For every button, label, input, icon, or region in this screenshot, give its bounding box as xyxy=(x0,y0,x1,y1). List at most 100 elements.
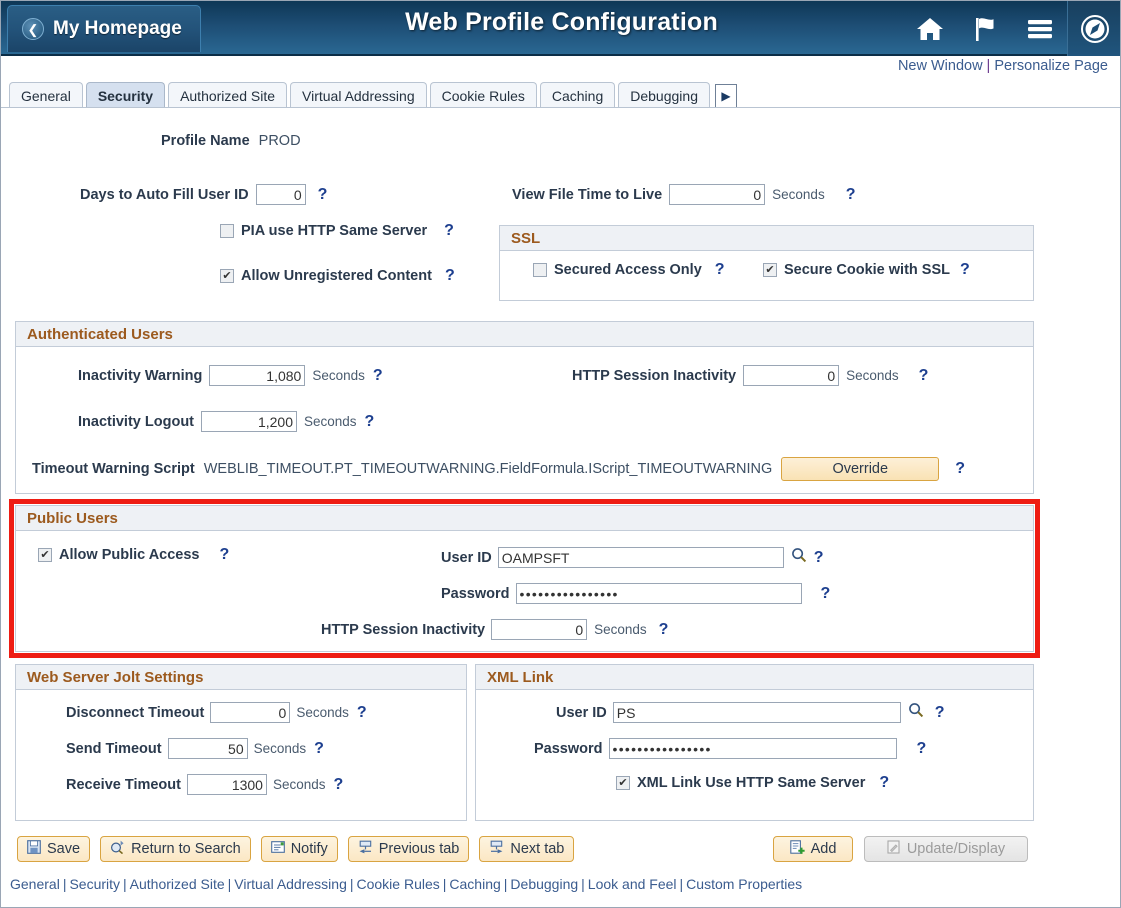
home-icon[interactable] xyxy=(902,1,957,56)
public-password-label: Password xyxy=(441,585,510,602)
allow-unregistered-help-icon[interactable]: ? xyxy=(445,268,455,284)
public-user-id-lookup-icon[interactable] xyxy=(791,547,807,568)
send-timeout-input[interactable] xyxy=(167,738,248,759)
disconnect-timeout-unit: Seconds xyxy=(296,705,349,720)
inactivity-logout-label: Inactivity Logout xyxy=(78,413,194,430)
previous-tab-button[interactable]: Previous tab xyxy=(347,836,470,862)
my-homepage-button[interactable]: ❮ My Homepage xyxy=(7,5,201,52)
save-label: Save xyxy=(47,841,81,857)
tab-security[interactable]: Security xyxy=(85,82,166,108)
footer-sep: | xyxy=(349,876,354,892)
send-timeout-help-icon[interactable]: ? xyxy=(314,740,324,757)
footer-link-custom-properties[interactable]: Custom Properties xyxy=(686,876,802,892)
override-button[interactable]: Override xyxy=(781,457,940,481)
notify-button[interactable]: Notify xyxy=(260,836,338,862)
tab-virtual-addressing[interactable]: Virtual Addressing xyxy=(290,82,427,108)
footer-link-general[interactable]: General xyxy=(10,876,60,892)
xml-same-server-checkbox[interactable] xyxy=(616,776,630,790)
inactivity-warning-help-icon[interactable]: ? xyxy=(373,367,383,384)
public-http-session-inactivity-help-icon[interactable]: ? xyxy=(659,621,669,638)
xml-user-id-lookup-icon[interactable] xyxy=(908,702,924,723)
footer-sep: | xyxy=(227,876,232,892)
personalize-page-link[interactable]: Personalize Page xyxy=(994,58,1108,74)
secured-access-row: Secured Access Only ? xyxy=(533,262,725,278)
xml-same-server-row: XML Link Use HTTP Same Server ? xyxy=(616,775,889,791)
public-password-help-icon[interactable]: ? xyxy=(821,585,831,602)
footer-sep: | xyxy=(581,876,585,892)
timeout-warning-script-row: Timeout Warning Script WEBLIB_TIMEOUT.PT… xyxy=(32,457,965,481)
auth-http-session-inactivity-label: HTTP Session Inactivity xyxy=(572,367,737,384)
public-user-id-label: User ID xyxy=(441,549,492,566)
footer-link-debugging[interactable]: Debugging xyxy=(510,876,578,892)
view-file-ttl-unit: Seconds xyxy=(772,187,825,202)
days-autofill-help-icon[interactable]: ? xyxy=(318,186,328,203)
days-autofill-input[interactable] xyxy=(255,184,306,205)
public-user-id-input[interactable] xyxy=(497,547,784,568)
authenticated-users-title: Authenticated Users xyxy=(16,322,1033,347)
footer-link-caching[interactable]: Caching xyxy=(449,876,500,892)
view-file-ttl-input[interactable] xyxy=(669,184,766,205)
pia-same-server-help-icon[interactable]: ? xyxy=(444,223,454,239)
xml-password-help-icon[interactable]: ? xyxy=(917,740,927,757)
footer-link-security[interactable]: Security xyxy=(69,876,120,892)
profile-name-row: Profile Name PROD xyxy=(161,133,301,149)
auth-http-session-inactivity-row: HTTP Session Inactivity Seconds ? xyxy=(572,365,928,386)
allow-unregistered-checkbox[interactable] xyxy=(220,269,234,283)
tab-authorized-site[interactable]: Authorized Site xyxy=(168,82,288,108)
inactivity-logout-input[interactable] xyxy=(201,411,297,432)
public-http-session-inactivity-input[interactable] xyxy=(491,619,588,640)
save-button[interactable]: Save xyxy=(17,836,91,862)
allow-public-access-checkbox[interactable] xyxy=(38,548,52,562)
footer-link-virtual-addressing[interactable]: Virtual Addressing xyxy=(234,876,347,892)
pia-same-server-checkbox[interactable] xyxy=(220,224,234,238)
xml-user-id-row: User ID ? xyxy=(556,702,945,723)
auth-http-session-inactivity-input[interactable] xyxy=(743,365,840,386)
public-users-title: Public Users xyxy=(16,506,1033,531)
jolt-settings-title: Web Server Jolt Settings xyxy=(16,665,466,690)
tab-next-arrow-icon[interactable]: ▶ xyxy=(714,84,737,108)
tab-cookie-rules[interactable]: Cookie Rules xyxy=(429,82,537,108)
tab-general[interactable]: General xyxy=(9,82,83,108)
allow-public-access-help-icon[interactable]: ? xyxy=(219,547,229,563)
hamburger-menu-icon[interactable] xyxy=(1012,1,1067,56)
return-to-search-button[interactable]: Return to Search xyxy=(100,836,251,862)
secured-access-help-icon[interactable]: ? xyxy=(715,262,725,278)
flag-icon[interactable] xyxy=(957,1,1012,56)
xml-user-id-help-icon[interactable]: ? xyxy=(935,704,945,721)
disconnect-timeout-help-icon[interactable]: ? xyxy=(357,704,367,721)
navigator-compass-icon[interactable] xyxy=(1067,1,1120,56)
tab-debugging[interactable]: Debugging xyxy=(618,82,710,108)
footer-sep: | xyxy=(123,876,127,892)
receive-timeout-input[interactable] xyxy=(186,774,267,795)
xml-link-title: XML Link xyxy=(476,665,1033,690)
public-http-session-inactivity-row: HTTP Session Inactivity Seconds ? xyxy=(321,619,668,640)
xml-password-input[interactable] xyxy=(608,738,897,759)
disconnect-timeout-input[interactable] xyxy=(210,702,291,723)
tab-strip: General Security Authorized Site Virtual… xyxy=(9,81,737,108)
xml-same-server-help-icon[interactable]: ? xyxy=(879,775,889,791)
footer-link-cookie-rules[interactable]: Cookie Rules xyxy=(357,876,440,892)
view-file-ttl-help-icon[interactable]: ? xyxy=(846,186,856,203)
next-tab-button[interactable]: Next tab xyxy=(479,836,575,862)
new-window-link[interactable]: New Window xyxy=(898,58,983,74)
public-password-input[interactable] xyxy=(515,583,802,604)
ssl-group-title: SSL xyxy=(500,226,1033,251)
receive-timeout-help-icon[interactable]: ? xyxy=(334,776,344,793)
public-user-id-row: User ID ? xyxy=(441,547,824,568)
tab-caching[interactable]: Caching xyxy=(539,82,616,108)
allow-public-access-label: Allow Public Access xyxy=(59,547,200,563)
auth-http-session-inactivity-help-icon[interactable]: ? xyxy=(919,367,929,384)
inactivity-warning-input[interactable] xyxy=(209,365,306,386)
xml-user-id-input[interactable] xyxy=(612,702,901,723)
public-user-id-help-icon[interactable]: ? xyxy=(814,549,824,566)
footer-link-authorized-site[interactable]: Authorized Site xyxy=(130,876,225,892)
secured-access-checkbox[interactable] xyxy=(533,263,547,277)
xml-same-server-label: XML Link Use HTTP Same Server xyxy=(637,775,866,791)
days-autofill-label: Days to Auto Fill User ID xyxy=(80,186,249,203)
add-button[interactable]: Add xyxy=(773,836,853,862)
timeout-warning-script-help-icon[interactable]: ? xyxy=(955,461,965,477)
inactivity-logout-help-icon[interactable]: ? xyxy=(365,413,375,430)
secure-cookie-help-icon[interactable]: ? xyxy=(960,262,970,278)
secure-cookie-checkbox[interactable] xyxy=(763,263,777,277)
footer-link-look-and-feel[interactable]: Look and Feel xyxy=(588,876,677,892)
